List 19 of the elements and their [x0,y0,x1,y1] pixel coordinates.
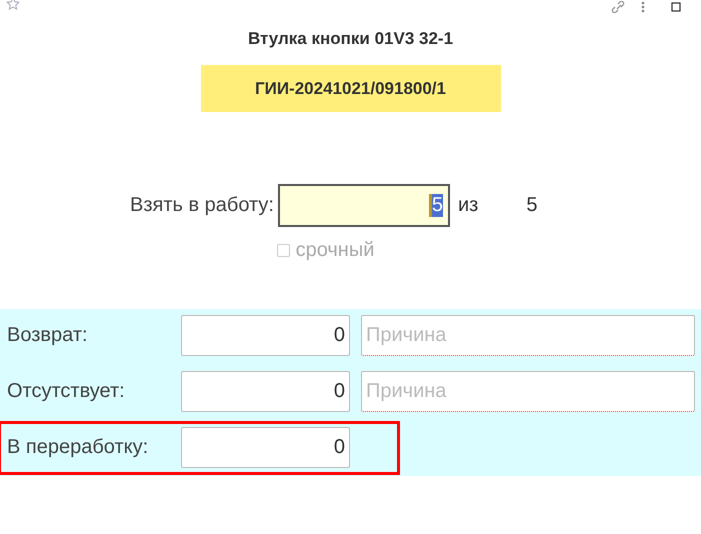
quantity-field[interactable]: 0 [181,427,350,468]
row-label: Отсутствует: [6,380,126,403]
maximize-icon[interactable] [671,2,681,12]
reason-field[interactable]: Причина [361,315,695,356]
take-label: Взять в работу: [130,194,274,217]
item-title: Втулка кнопки 01V3 32-1 [246,29,454,49]
quantity-field[interactable]: 0 [181,315,350,356]
take-field[interactable]: 5 [278,184,450,227]
star-icon[interactable] [6,0,20,11]
more-icon[interactable] [641,1,645,13]
of-label: из [458,194,478,217]
row-label: Возврат: [6,324,89,347]
total-value: 5 [526,194,538,217]
row-label: В переработку: [6,436,150,459]
document-number: ГИИ-20241021/091800/1 [200,65,500,112]
quantity-field[interactable]: 0 [181,371,350,412]
reason-field[interactable]: Причина [361,371,695,412]
link-icon[interactable] [611,1,625,13]
urgent-label: срочный [296,239,374,262]
